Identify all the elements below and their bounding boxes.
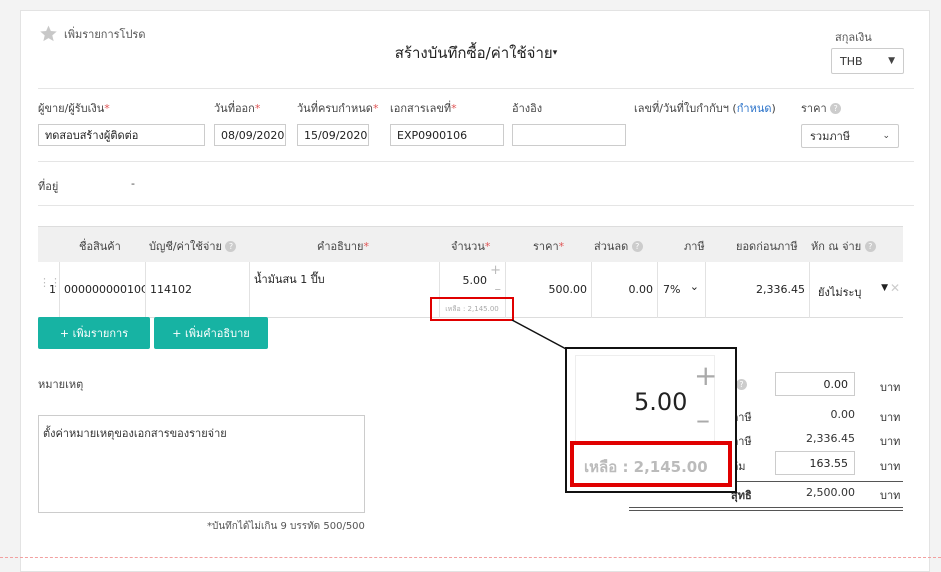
- increment-icon: +: [694, 359, 718, 392]
- zoom-remaining-value: เหลือ : 2,145.00: [584, 458, 708, 476]
- zoom-quantity-cell: 5.00 + –: [575, 355, 718, 443]
- zoom-quantity-value: 5.00: [634, 388, 688, 416]
- page-break-line: [0, 557, 941, 558]
- callout-connector: [511, 319, 569, 351]
- zoom-callout: 5.00 + – เหลือ : 2,145.00: [565, 347, 737, 493]
- zoom-remaining-highlight: เหลือ : 2,145.00: [570, 441, 732, 487]
- decrement-icon: –: [696, 403, 710, 436]
